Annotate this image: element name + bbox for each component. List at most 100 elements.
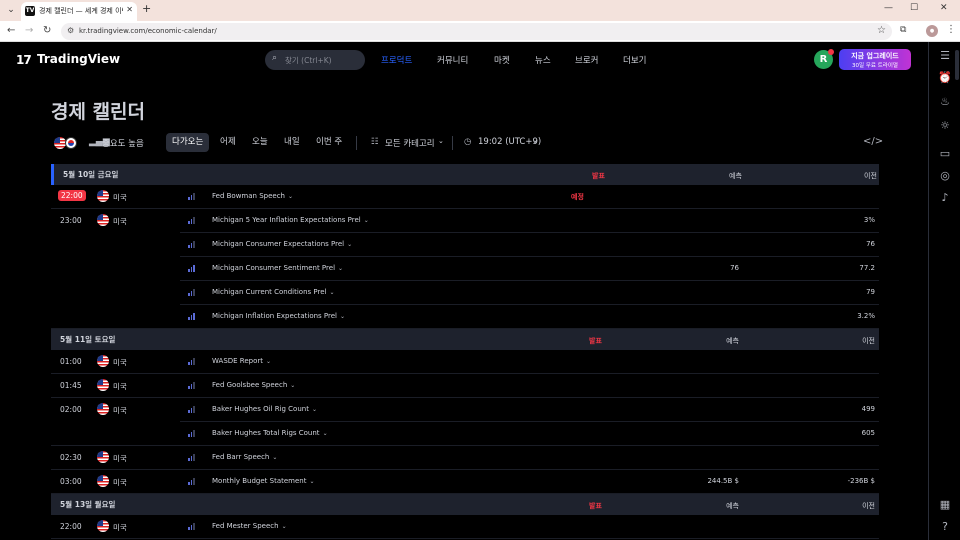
nav-more[interactable]: 더보기 bbox=[623, 54, 646, 66]
maximize-icon[interactable]: ☐ bbox=[910, 3, 918, 13]
period-upcoming[interactable]: 다가오는 bbox=[166, 133, 210, 152]
importance-bar bbox=[188, 362, 190, 365]
nav-community[interactable]: 커뮤니티 bbox=[437, 54, 468, 66]
event-name[interactable]: Michigan Inflation Expectations Prel ⌄ bbox=[212, 312, 345, 320]
event-name[interactable]: Baker Hughes Total Rigs Count ⌄ bbox=[212, 429, 328, 437]
event-row[interactable]: 22:00 미국 Fed Mester Speech ⌄ bbox=[51, 515, 879, 539]
chevron-down-icon: ⌄ bbox=[338, 265, 344, 272]
country-filter[interactable] bbox=[54, 136, 78, 150]
event-name[interactable]: Baker Hughes Oil Rig Count ⌄ bbox=[212, 405, 317, 413]
importance-bar bbox=[190, 360, 192, 365]
bulb-icon[interactable]: ◎ bbox=[929, 169, 960, 182]
us-flag-icon bbox=[97, 190, 109, 202]
chat-icon[interactable]: ▭ bbox=[929, 147, 960, 160]
help-icon[interactable]: ? bbox=[929, 520, 960, 533]
tab-title: 경제 캘린더 — 세계 경제 이벤 bbox=[39, 7, 123, 15]
event-country: 미국 bbox=[113, 523, 127, 532]
tab-list-icon[interactable]: ⌄ bbox=[4, 3, 18, 17]
omnibox[interactable]: ⚙ kr.tradingview.com/economic-calendar/ … bbox=[61, 23, 892, 40]
event-name[interactable]: Michigan Consumer Sentiment Prel ⌄ bbox=[212, 264, 343, 272]
event-name[interactable]: Fed Goolsbee Speech ⌄ bbox=[212, 381, 295, 389]
event-name[interactable]: Fed Mester Speech ⌄ bbox=[212, 522, 287, 530]
importance-bar bbox=[190, 525, 192, 530]
event-name[interactable]: Fed Bowman Speech ⌄ bbox=[212, 192, 293, 200]
embed-code-icon[interactable]: </> bbox=[863, 136, 883, 147]
event-row[interactable]: 22:00 미국 Fed Bowman Speech ⌄ 예정 bbox=[51, 185, 879, 209]
event-row[interactable]: 01:00 미국 WASDE Report ⌄ bbox=[51, 350, 879, 374]
site-info-icon[interactable]: ⚙ bbox=[67, 26, 74, 35]
event-row[interactable]: 03:00 미국 Monthly Budget Statement ⌄ 244.5B $… bbox=[51, 470, 879, 494]
event-row[interactable]: 01:45 미국 Fed Goolsbee Speech ⌄ bbox=[51, 374, 879, 398]
ideas-icon[interactable]: ☼ bbox=[929, 119, 960, 132]
event-previous: -236B $ bbox=[847, 477, 875, 485]
bell-icon[interactable]: ♪ bbox=[929, 191, 960, 204]
importance-icon bbox=[188, 406, 196, 413]
nav-markets[interactable]: 마켓 bbox=[494, 54, 510, 66]
event-name-text: WASDE Report bbox=[212, 357, 264, 365]
divider bbox=[356, 136, 357, 150]
period-this-week[interactable]: 이번 주 bbox=[310, 133, 348, 152]
bookmark-star-icon[interactable]: ☆ bbox=[877, 25, 886, 36]
day-header: 5월 10일 금요일 발표 예측 이전 bbox=[51, 164, 879, 185]
importance-bar bbox=[193, 478, 195, 485]
event-name[interactable]: Michigan Consumer Expectations Prel ⌄ bbox=[212, 240, 352, 248]
event-name[interactable]: Fed Barr Speech ⌄ bbox=[212, 453, 277, 461]
browser-tab[interactable]: TV 경제 캘린더 — 세계 경제 이벤 ✕ bbox=[21, 2, 137, 21]
event-previous: 3.2% bbox=[857, 312, 875, 320]
close-tab-icon[interactable]: ✕ bbox=[126, 5, 133, 14]
extensions-icon[interactable]: ⧉ bbox=[900, 25, 906, 35]
event-name[interactable]: Michigan 5 Year Inflation Expectations P… bbox=[212, 216, 369, 224]
importance-icon bbox=[188, 241, 196, 248]
browser-menu-icon[interactable]: ⋮ bbox=[946, 24, 956, 35]
event-name[interactable]: WASDE Report ⌄ bbox=[212, 357, 271, 365]
nav-brokers[interactable]: 브로커 bbox=[575, 54, 598, 66]
forward-icon[interactable]: → bbox=[25, 25, 33, 36]
event-name[interactable]: Monthly Budget Statement ⌄ bbox=[212, 477, 315, 485]
new-tab-icon[interactable]: + bbox=[142, 2, 151, 15]
event-row[interactable]: 23:00 미국 Michigan 5 Year Inflation Expecta… bbox=[51, 209, 879, 233]
importance-filter[interactable]: 중요도 높음 bbox=[102, 137, 144, 149]
importance-bar bbox=[188, 269, 190, 272]
minimize-icon[interactable]: — bbox=[884, 3, 893, 13]
watchlist-icon[interactable]: ☰ bbox=[929, 49, 960, 62]
event-row[interactable]: Baker Hughes Total Rigs Count ⌄ 605 bbox=[51, 422, 879, 446]
day-label: 5월 11일 토요일 bbox=[60, 335, 116, 344]
calendar-icon[interactable]: ▦ bbox=[929, 498, 960, 511]
profile-avatar[interactable]: ● bbox=[926, 25, 938, 37]
importance-icon bbox=[188, 358, 196, 365]
upgrade-button[interactable]: 지금 업그레이드 30일 무료 트라이얼 bbox=[839, 49, 911, 70]
url-text[interactable]: kr.tradingview.com/economic-calendar/ bbox=[79, 27, 217, 35]
category-filter[interactable]: 모든 카테고리 bbox=[385, 137, 435, 149]
period-today[interactable]: 오늘 bbox=[246, 133, 274, 152]
search-input[interactable]: ⌕ 찾기 (Ctrl+K) bbox=[265, 50, 365, 70]
nav-news[interactable]: 뉴스 bbox=[535, 54, 551, 66]
event-actual: 예정 bbox=[571, 193, 584, 201]
event-row[interactable]: 02:30 미국 Fed Barr Speech ⌄ bbox=[51, 446, 879, 470]
period-tomorrow[interactable]: 내일 bbox=[278, 133, 306, 152]
reload-icon[interactable]: ↻ bbox=[43, 25, 51, 36]
us-flag-icon bbox=[97, 379, 109, 391]
alarm-icon[interactable]: ⏰ bbox=[929, 71, 960, 84]
us-flag-icon bbox=[97, 475, 109, 487]
importance-bar bbox=[193, 265, 195, 272]
event-row[interactable]: 02:00 미국 Baker Hughes Oil Rig Count ⌄ 499 bbox=[51, 398, 879, 422]
event-row[interactable]: Michigan Current Conditions Prel ⌄ 79 bbox=[51, 281, 879, 305]
hotlist-icon[interactable]: ♨ bbox=[929, 95, 960, 108]
day-header: 5월 11일 토요일 발표 예측 이전 bbox=[51, 329, 879, 350]
back-icon[interactable]: ← bbox=[7, 25, 15, 36]
event-country: 미국 bbox=[113, 358, 127, 367]
period-yesterday[interactable]: 어제 bbox=[214, 133, 242, 152]
category-list-icon: ☷ bbox=[371, 137, 379, 147]
column-forecast: 예측 bbox=[726, 502, 739, 510]
window-close-icon[interactable]: ✕ bbox=[940, 3, 948, 13]
event-name[interactable]: Michigan Current Conditions Prel ⌄ bbox=[212, 288, 335, 296]
event-row[interactable]: Michigan Inflation Expectations Prel ⌄ 3.2… bbox=[51, 305, 879, 329]
clock-icon: ◷ bbox=[464, 137, 472, 147]
importance-bar bbox=[190, 219, 192, 224]
calendar-table: 5월 10일 금요일 발표 예측 이전 22:00 미국 Fed Bowman Speech… bbox=[51, 164, 879, 539]
importance-bar bbox=[188, 317, 190, 320]
nav-products[interactable]: 프로덕트 bbox=[381, 54, 412, 66]
event-name-text: Fed Barr Speech bbox=[212, 453, 270, 461]
event-row[interactable]: Michigan Consumer Expectations Prel ⌄ 76 bbox=[51, 233, 879, 257]
event-row[interactable]: Michigan Consumer Sentiment Prel ⌄ 76 77.2 bbox=[51, 257, 879, 281]
